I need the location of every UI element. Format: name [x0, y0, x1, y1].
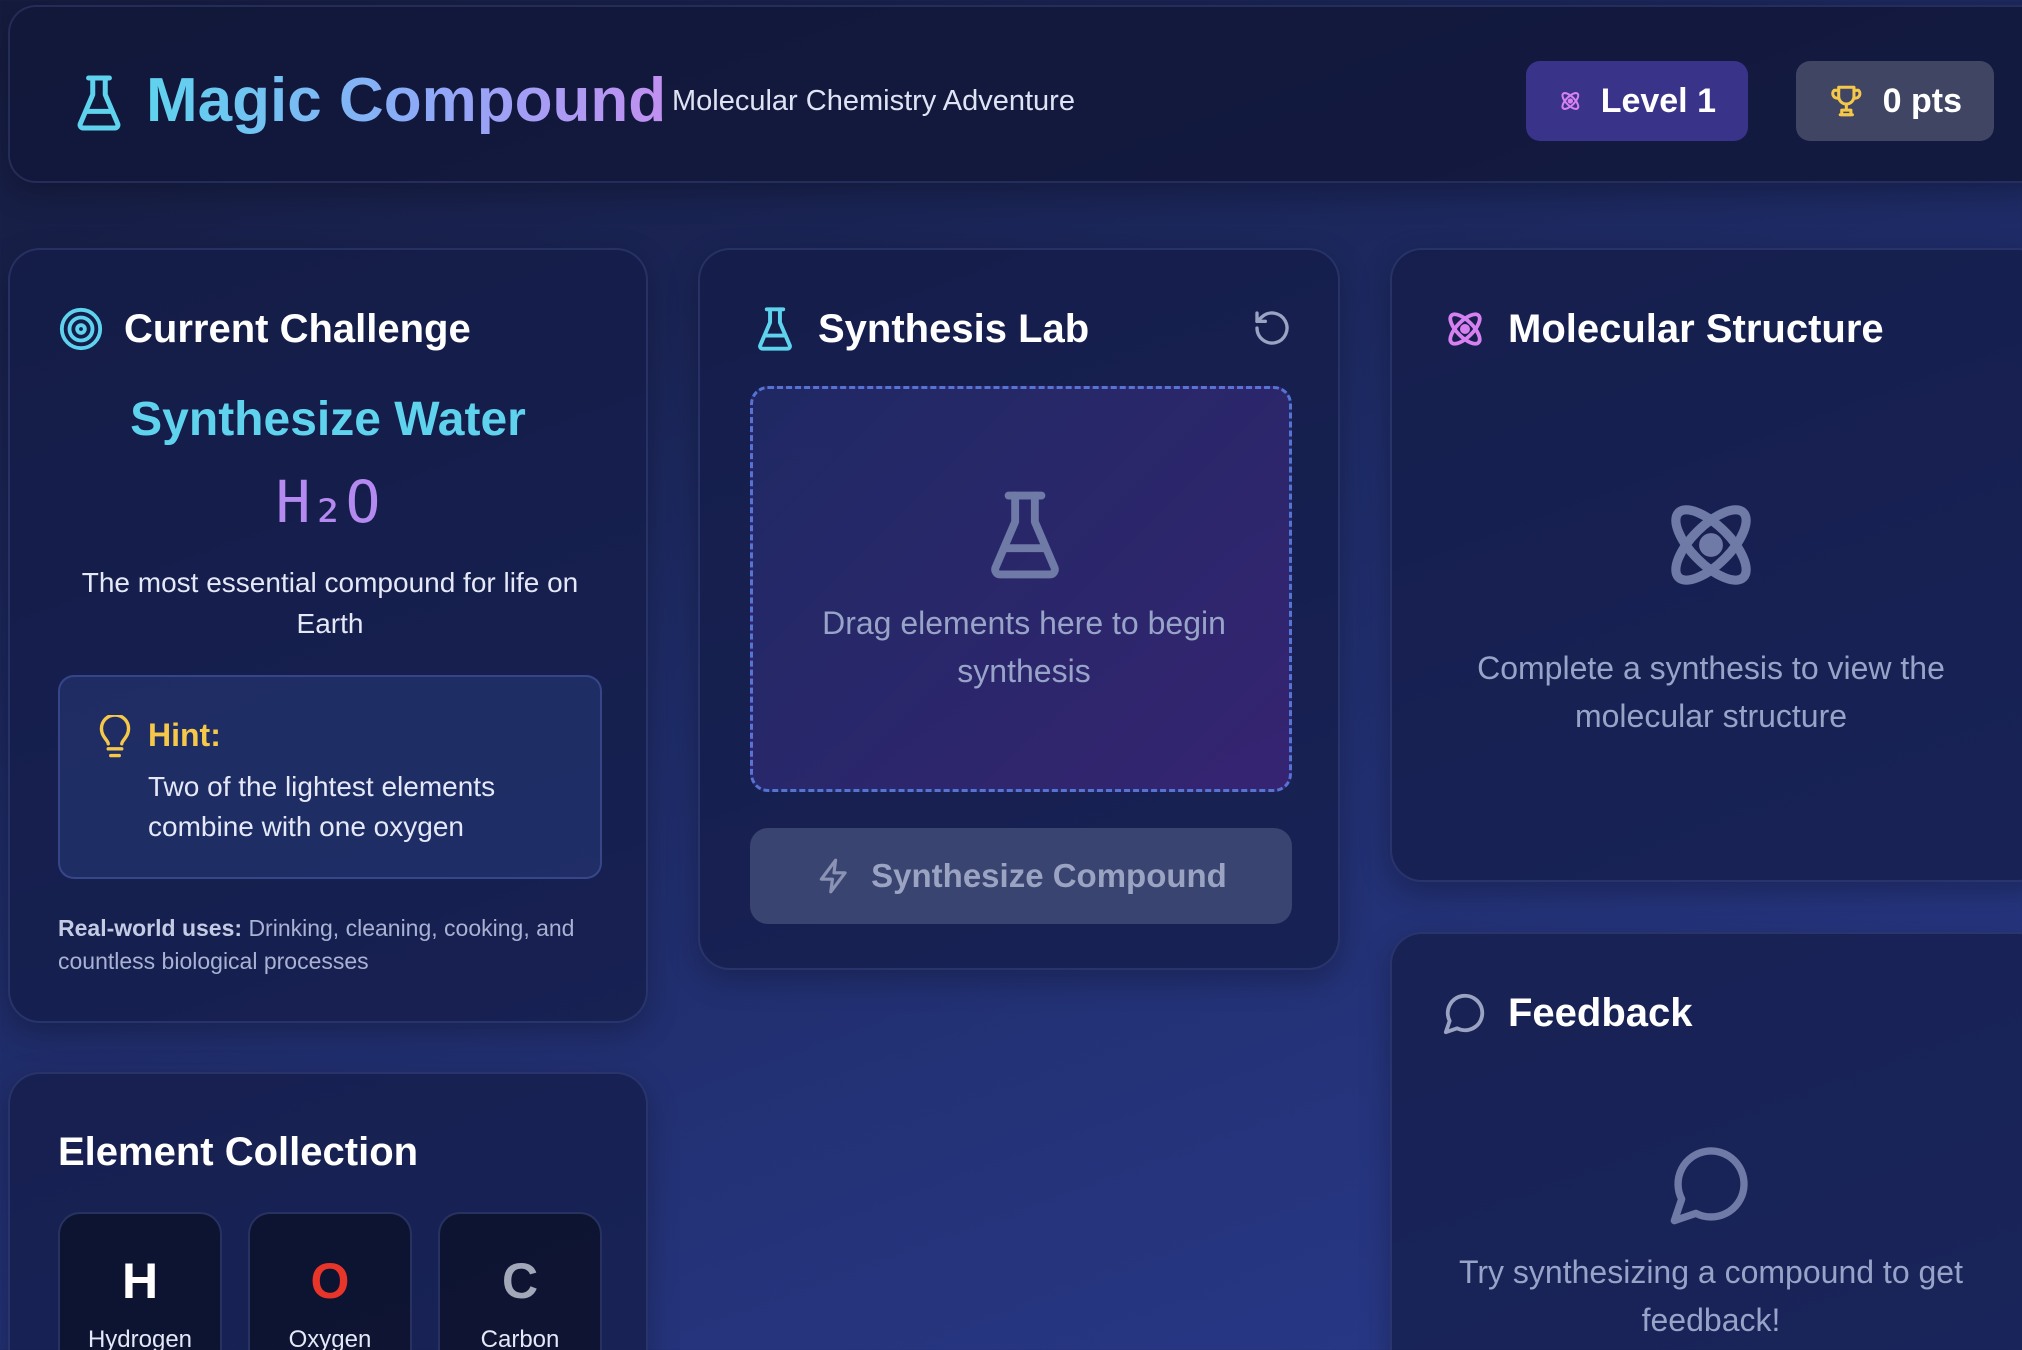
real-world-uses: Real-world uses: Drinking, cleaning, coo… — [58, 912, 618, 978]
challenge-heading: Current Challenge — [58, 306, 471, 352]
molecular-structure-panel: Molecular Structure Complete a synthesis… — [1390, 248, 2022, 882]
points-badge: 0 pts — [1796, 61, 1994, 141]
points-label: 0 pts — [1882, 81, 1962, 120]
element-name: Oxygen — [288, 1326, 372, 1350]
zap-icon — [819, 858, 847, 894]
flask-icon — [991, 491, 1059, 579]
message-circle-icon — [1670, 1147, 1748, 1225]
element-tile-oxygen[interactable]: O Oxygen — [248, 1212, 412, 1350]
element-symbol: H — [121, 1253, 159, 1309]
flask-icon — [758, 307, 792, 351]
challenge-description: The most essential compound for life on … — [81, 567, 579, 639]
hint-box: Hint: Two of the lightest elements combi… — [58, 675, 602, 879]
trophy-icon — [1831, 85, 1862, 117]
lightbulb-icon — [99, 715, 131, 758]
challenge-panel: Current Challenge Synthesize Water H₂O T… — [8, 248, 648, 1023]
feedback-placeholder: Try synthesizing a compound to get feedb… — [1459, 1254, 1963, 1338]
dropzone-text: Drag elements here to begin synthesis — [822, 605, 1226, 689]
hint-text: Two of the lightest elements combine wit… — [148, 771, 496, 842]
element-collection-heading: Element Collection — [58, 1130, 419, 1174]
feedback-panel: Feedback Try synthesizing a compound to … — [1390, 932, 2022, 1350]
synthesis-dropzone[interactable]: Drag elements here to begin synthesis — [750, 386, 1292, 792]
molecular-structure-heading: Molecular Structure — [1442, 306, 1884, 352]
synthesize-button[interactable]: Synthesize Compound — [750, 828, 1292, 924]
challenge-name: Synthesize Water — [130, 393, 526, 446]
app-title: Magic Compound — [146, 66, 667, 135]
uses-label: Real-world uses: — [58, 915, 243, 941]
atom-icon — [1671, 505, 1751, 585]
element-name: Carbon — [480, 1326, 560, 1350]
reset-icon[interactable] — [1252, 308, 1292, 348]
element-collection-panel: Element Collection H Hydrogen O Oxygen C… — [8, 1072, 648, 1350]
message-circle-icon — [1443, 993, 1485, 1035]
level-badge: Level 1 — [1526, 61, 1748, 141]
element-tile-hydrogen[interactable]: H Hydrogen — [58, 1212, 222, 1350]
app-header: Magic Compound Molecular Chemistry Adven… — [8, 5, 2022, 183]
element-name: Hydrogen — [87, 1326, 193, 1350]
element-symbol: C — [501, 1253, 539, 1309]
atom-icon — [1561, 92, 1580, 110]
app-subtitle: Molecular Chemistry Adventure — [672, 85, 1075, 117]
synthesis-lab-heading: Synthesis Lab — [752, 306, 1089, 352]
challenge-formula: H₂O — [275, 468, 381, 536]
synthesize-label: Synthesize Compound — [871, 857, 1227, 894]
feedback-heading: Feedback — [1442, 990, 1693, 1036]
synthesis-lab-panel: Synthesis Lab Drag elements here to begi… — [698, 248, 1340, 970]
hint-label: Hint: — [148, 717, 221, 753]
target-icon — [59, 307, 103, 351]
flask-icon — [77, 75, 121, 131]
molecular-structure-placeholder: Complete a synthesis to view the molecul… — [1477, 650, 1945, 734]
element-tile-carbon[interactable]: C Carbon — [438, 1212, 602, 1350]
atom-icon — [1448, 312, 1482, 346]
element-symbol: O — [310, 1253, 350, 1309]
level-label: Level 1 — [1600, 81, 1716, 120]
